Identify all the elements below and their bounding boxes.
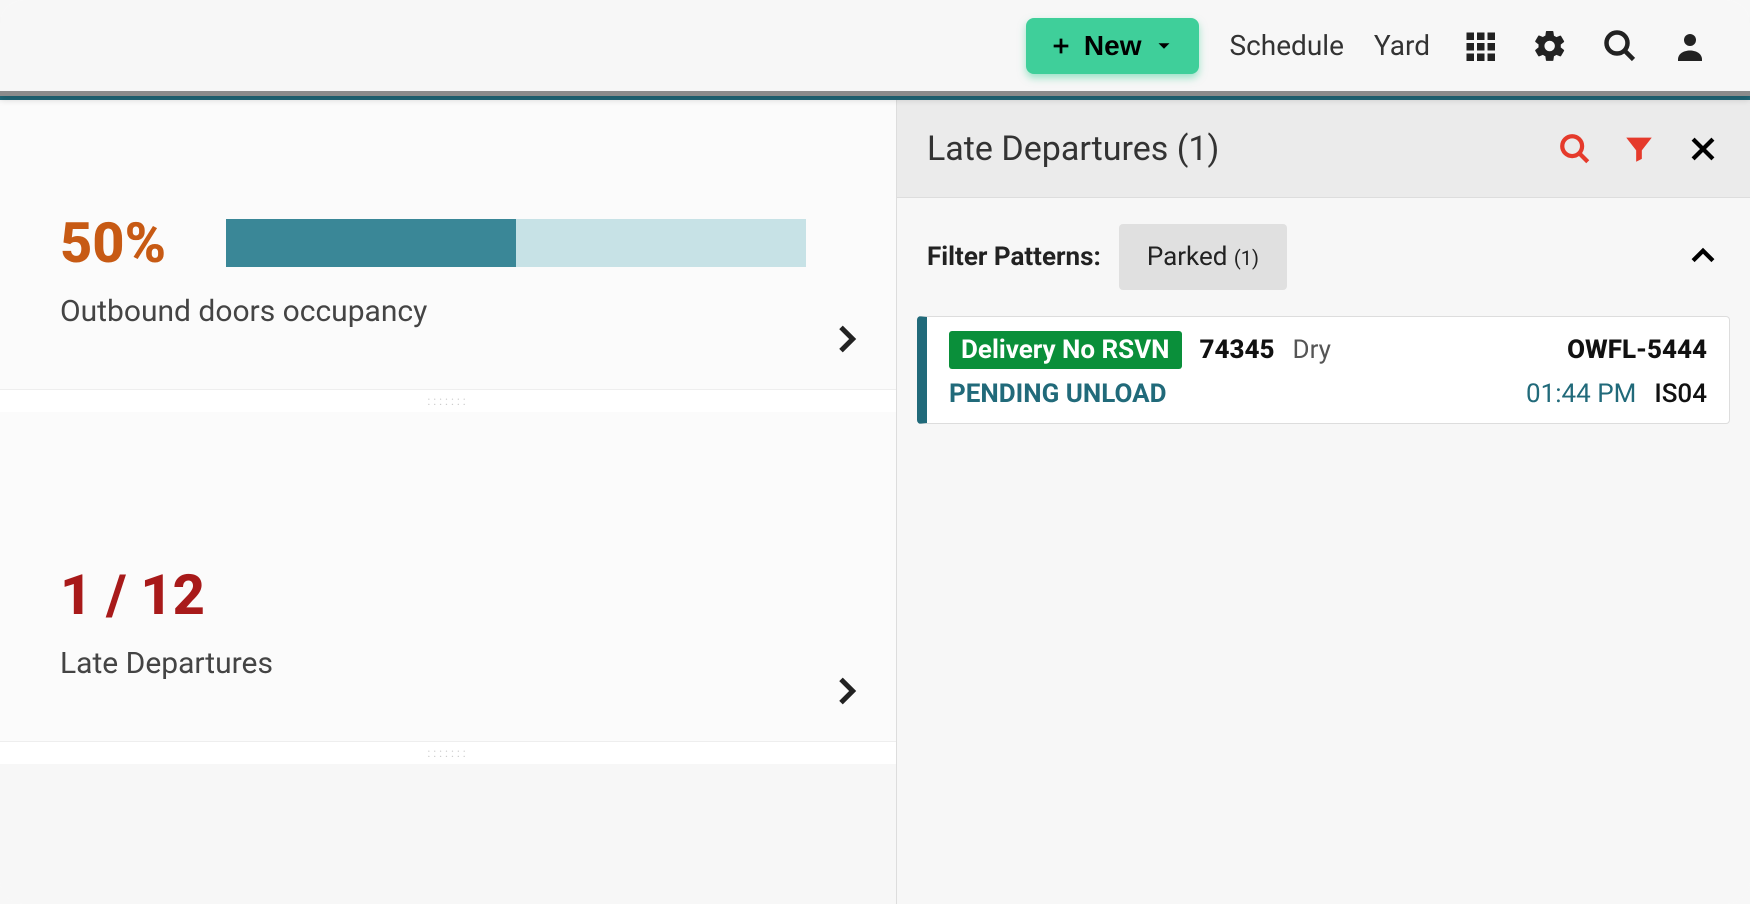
chevron-up-icon[interactable] [1686, 238, 1720, 276]
user-icon[interactable] [1670, 26, 1710, 66]
filter-chip-count: (1) [1234, 246, 1259, 270]
entry-status: PENDING UNLOAD [949, 379, 1167, 409]
new-button[interactable]: New [1026, 18, 1200, 74]
card-divider: ::::::: [0, 742, 896, 764]
content: 50% Outbound doors occupancy ::::::: 1 /… [0, 100, 1750, 904]
search-icon[interactable] [1600, 26, 1640, 66]
late-departures-value: 1 / 12 [60, 562, 836, 628]
occupancy-progress [226, 219, 806, 267]
panel-close-icon[interactable] [1686, 132, 1720, 166]
card-divider: ::::::: [0, 390, 896, 412]
entry-badge: Delivery No RSVN [949, 331, 1182, 369]
occupancy-card[interactable]: 50% Outbound doors occupancy [0, 100, 896, 390]
entry-time: 01:44 PM [1526, 379, 1636, 409]
new-button-label: New [1084, 30, 1142, 62]
late-departures-card[interactable]: 1 / 12 Late Departures [0, 412, 896, 742]
panel-header: Late Departures (1) [897, 100, 1750, 198]
left-column: 50% Outbound doors occupancy ::::::: 1 /… [0, 100, 896, 904]
late-departures-label: Late Departures [60, 646, 836, 681]
entry-location: IS04 [1654, 379, 1707, 409]
chevron-right-icon[interactable] [826, 671, 866, 711]
filter-chip-parked[interactable]: Parked (1) [1119, 224, 1287, 290]
entry-type: Dry [1293, 335, 1331, 365]
right-panel: Late Departures (1) Filter Patterns: Par… [896, 100, 1750, 904]
occupancy-label: Outbound doors occupancy [60, 294, 836, 329]
panel-title: Late Departures (1) [927, 129, 1528, 169]
nav-schedule[interactable]: Schedule [1229, 29, 1343, 62]
app-root: New Schedule Yard 50% [0, 0, 1750, 904]
plus-icon [1050, 35, 1072, 57]
entry-id: 74345 [1200, 335, 1275, 365]
chevron-right-icon[interactable] [826, 319, 866, 359]
panel-filter-icon[interactable] [1622, 132, 1656, 166]
nav-yard[interactable]: Yard [1374, 29, 1430, 62]
filter-row: Filter Patterns: Parked (1) [897, 198, 1750, 316]
late-departure-entry[interactable]: Delivery No RSVN 74345 Dry OWFL-5444 PEN… [917, 316, 1730, 424]
panel-search-icon[interactable] [1558, 132, 1592, 166]
apps-icon[interactable] [1460, 26, 1500, 66]
filter-label: Filter Patterns: [927, 242, 1101, 272]
chevron-down-icon [1153, 35, 1175, 57]
occupancy-value: 50% [60, 210, 166, 276]
filter-chip-label: Parked [1147, 242, 1228, 272]
topbar: New Schedule Yard [0, 0, 1750, 96]
entry-asset: OWFL-5444 [1567, 335, 1707, 365]
gear-icon[interactable] [1530, 26, 1570, 66]
occupancy-progress-fill [226, 219, 516, 267]
